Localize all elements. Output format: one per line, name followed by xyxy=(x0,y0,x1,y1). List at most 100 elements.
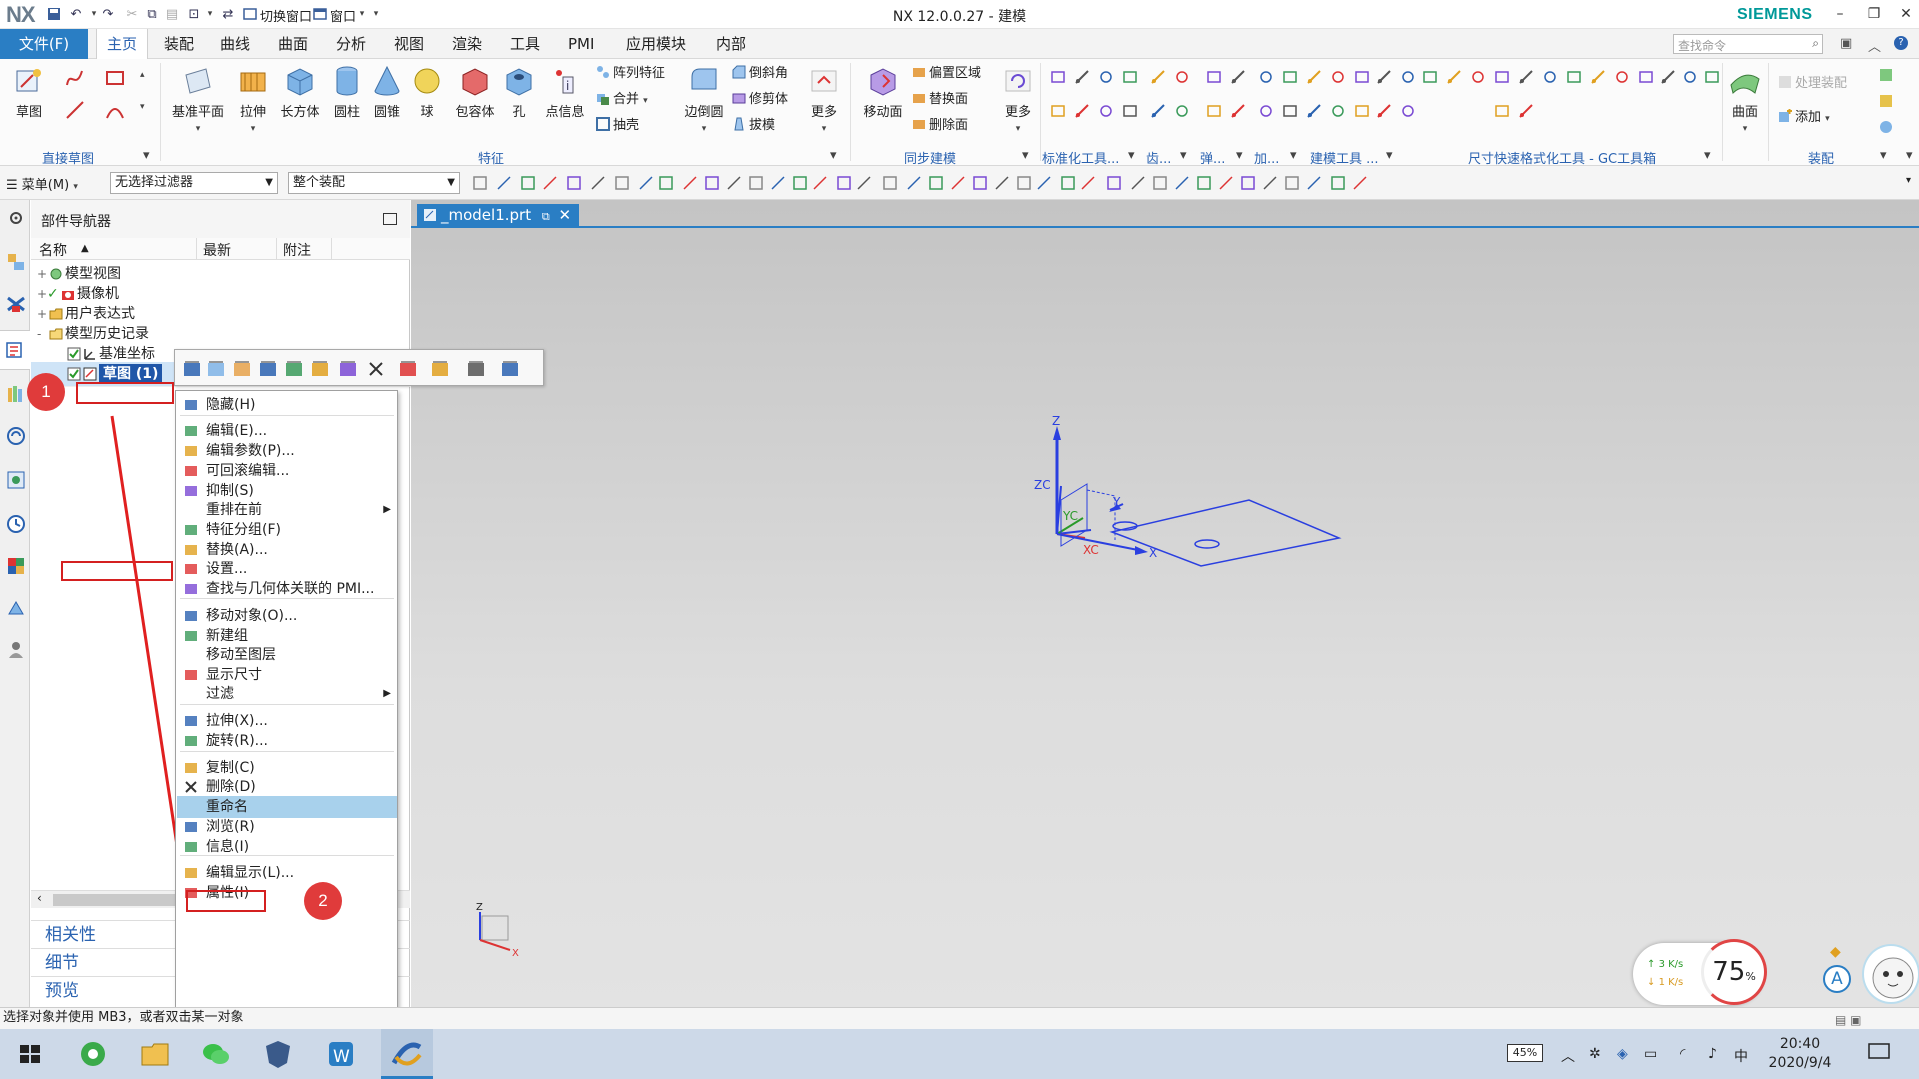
notification-center-icon[interactable] xyxy=(1866,1039,1892,1065)
information-icon[interactable] xyxy=(499,358,521,380)
paste-icon[interactable]: ▤ xyxy=(162,4,182,24)
ribbon-overflow-menu[interactable]: ▾ xyxy=(1906,148,1913,163)
browser-icon[interactable] xyxy=(76,1037,110,1071)
snap-filter-icon-9[interactable] xyxy=(658,175,674,191)
gc-tool-icon-13[interactable] xyxy=(1354,69,1370,85)
gc-tool-icon-20[interactable] xyxy=(1518,69,1534,85)
datum-plane-button[interactable]: 基准平面 ▾ xyxy=(170,65,226,135)
type-filter-select[interactable]: 无选择过滤器 ▼ xyxy=(110,172,278,194)
direct-sketch-group-menu[interactable]: ▾ xyxy=(143,148,150,163)
tray-app-icon-3[interactable]: ▭ xyxy=(1644,1046,1657,1062)
sync-group-menu[interactable]: ▾ xyxy=(1022,148,1029,163)
gc-tool-icon-24[interactable] xyxy=(1614,69,1630,85)
windows-start-icon[interactable] xyxy=(14,1037,48,1071)
scroll-left-icon[interactable]: ‹ xyxy=(37,891,42,905)
block-button[interactable]: 长方体 xyxy=(276,65,324,120)
gc-tool-icon-23[interactable] xyxy=(1590,69,1606,85)
snap-filter-icon-25[interactable] xyxy=(1016,175,1032,191)
edit-sketch-icon[interactable] xyxy=(181,358,203,380)
modeling-tools-menu[interactable]: ▾ xyxy=(1386,148,1393,163)
show-dependencies-icon[interactable] xyxy=(465,358,487,380)
gc-tool-icon-7[interactable] xyxy=(1206,69,1222,85)
context-menu-item[interactable]: 重排在前 ▶ xyxy=(177,499,397,521)
gc-tool-icon-41[interactable] xyxy=(1354,103,1370,119)
snap-filter-icon-15[interactable] xyxy=(792,175,808,191)
tab-analysis[interactable]: 分析 xyxy=(326,29,376,59)
context-menu-item[interactable]: 编辑显示(L)... xyxy=(177,862,397,884)
input-method-icon[interactable]: A xyxy=(1823,965,1851,993)
gc-tool-icon-22[interactable] xyxy=(1566,69,1582,85)
context-menu-item[interactable]: 编辑(E)... xyxy=(177,420,397,442)
gc-tool-icon-25[interactable] xyxy=(1638,69,1654,85)
move-to-layer-icon[interactable] xyxy=(397,358,419,380)
gc-tool-icon-32[interactable] xyxy=(1122,103,1138,119)
snap-filter-icon-6[interactable] xyxy=(590,175,606,191)
wifi-icon[interactable]: ◜ xyxy=(1680,1046,1685,1062)
cone-button[interactable]: 圆锥 xyxy=(366,65,408,120)
spring-tools-menu[interactable]: ▾ xyxy=(1236,148,1243,163)
rectangle-icon[interactable] xyxy=(104,67,126,89)
process-studio-icon[interactable] xyxy=(6,598,26,618)
gc-tool-icon-40[interactable] xyxy=(1330,103,1346,119)
show-hidden-icons-icon[interactable]: ︿ xyxy=(1561,1046,1575,1066)
switch-window-button[interactable]: 切换窗口 xyxy=(260,6,312,25)
cylinder-button[interactable]: 圆柱 xyxy=(326,65,368,120)
snap-filter-icon-37[interactable] xyxy=(1284,175,1300,191)
gc-tool-icon-38[interactable] xyxy=(1282,103,1298,119)
gc-tool-icon-18[interactable] xyxy=(1470,69,1486,85)
restore-button[interactable]: ❐ xyxy=(1856,2,1892,26)
system-materials-icon[interactable] xyxy=(6,556,26,576)
context-menu-item[interactable]: 移动至图层 xyxy=(177,644,397,666)
gc-tool-icon-30[interactable] xyxy=(1074,103,1090,119)
gc-tool-icon-21[interactable] xyxy=(1542,69,1558,85)
context-menu-item[interactable]: 删除(D) xyxy=(177,776,397,798)
assembly-tool-icon-1[interactable] xyxy=(1878,67,1894,83)
gc-tool-icon-19[interactable] xyxy=(1494,69,1510,85)
snap-filter-icon-14[interactable] xyxy=(770,175,786,191)
context-menu-item[interactable]: 重命名 xyxy=(177,796,397,818)
feature-group-menu[interactable]: ▾ xyxy=(830,148,837,163)
gc-tool-icon-42[interactable] xyxy=(1376,103,1392,119)
offset-region-button[interactable]: 偏置区域 xyxy=(912,63,981,85)
file-explorer-icon[interactable] xyxy=(138,1037,172,1071)
column-comment[interactable]: 附注 xyxy=(283,240,311,260)
snap-filter-icon-3[interactable] xyxy=(520,175,536,191)
context-menu-item[interactable]: 移动对象(O)... xyxy=(177,605,397,627)
snap-filter-icon-36[interactable] xyxy=(1262,175,1278,191)
snap-filter-icon-40[interactable] xyxy=(1352,175,1368,191)
pattern-feature-button[interactable]: 阵列特征 xyxy=(596,63,665,85)
gc-tool-icon-43[interactable] xyxy=(1400,103,1416,119)
tab-applications[interactable]: 应用模块 xyxy=(616,29,696,59)
minimize-button[interactable]: – xyxy=(1822,2,1858,26)
unite-button[interactable]: 合并 ▾ xyxy=(596,89,648,111)
undo-icon[interactable]: ↶ xyxy=(66,4,86,24)
customize-qat-icon[interactable]: ▾ xyxy=(366,4,386,24)
battery-indicator[interactable]: 45% xyxy=(1507,1044,1543,1062)
ribbon-options-icon[interactable]: ▣ xyxy=(1840,36,1852,51)
snap-filter-icon-26[interactable] xyxy=(1036,175,1052,191)
checkbox-checked-icon[interactable] xyxy=(67,367,81,381)
save-icon[interactable] xyxy=(44,4,64,24)
context-menu-item[interactable]: 过滤 ▶ xyxy=(177,683,397,705)
graphics-window[interactable]: _model1.prt ⧉ ✕ Z ZC YC Y XC X Z X xyxy=(411,200,1919,1007)
gc-tool-icon-1[interactable] xyxy=(1050,69,1066,85)
line-icon[interactable] xyxy=(64,99,86,121)
snap-filter-icon-12[interactable] xyxy=(726,175,742,191)
close-button[interactable]: ✕ xyxy=(1888,2,1919,26)
gc-tool-icon-33[interactable] xyxy=(1150,103,1166,119)
snap-filter-icon-13[interactable] xyxy=(748,175,764,191)
gc-tool-icon-15[interactable] xyxy=(1400,69,1416,85)
make-current-icon[interactable] xyxy=(283,358,305,380)
tab-pmi[interactable]: PMI xyxy=(558,29,604,59)
sphere-button[interactable]: 球 xyxy=(406,65,448,120)
touch-mode-icon[interactable]: ⇄ xyxy=(218,4,238,24)
context-menu-item[interactable]: 编辑参数(P)... xyxy=(177,440,397,462)
context-menu-item[interactable]: 特征分组(F) xyxy=(177,519,397,541)
gc-tool-icon-44[interactable] xyxy=(1494,103,1510,119)
part-navigator-tab[interactable] xyxy=(0,330,30,370)
snap-filter-icon-39[interactable] xyxy=(1330,175,1346,191)
column-up-to-date[interactable]: 最新 xyxy=(203,240,231,260)
premium-badge-icon[interactable]: ◆ xyxy=(1830,944,1841,960)
history-icon[interactable] xyxy=(6,514,26,534)
sketch-more-dropdown[interactable]: ▴ xyxy=(140,63,145,85)
